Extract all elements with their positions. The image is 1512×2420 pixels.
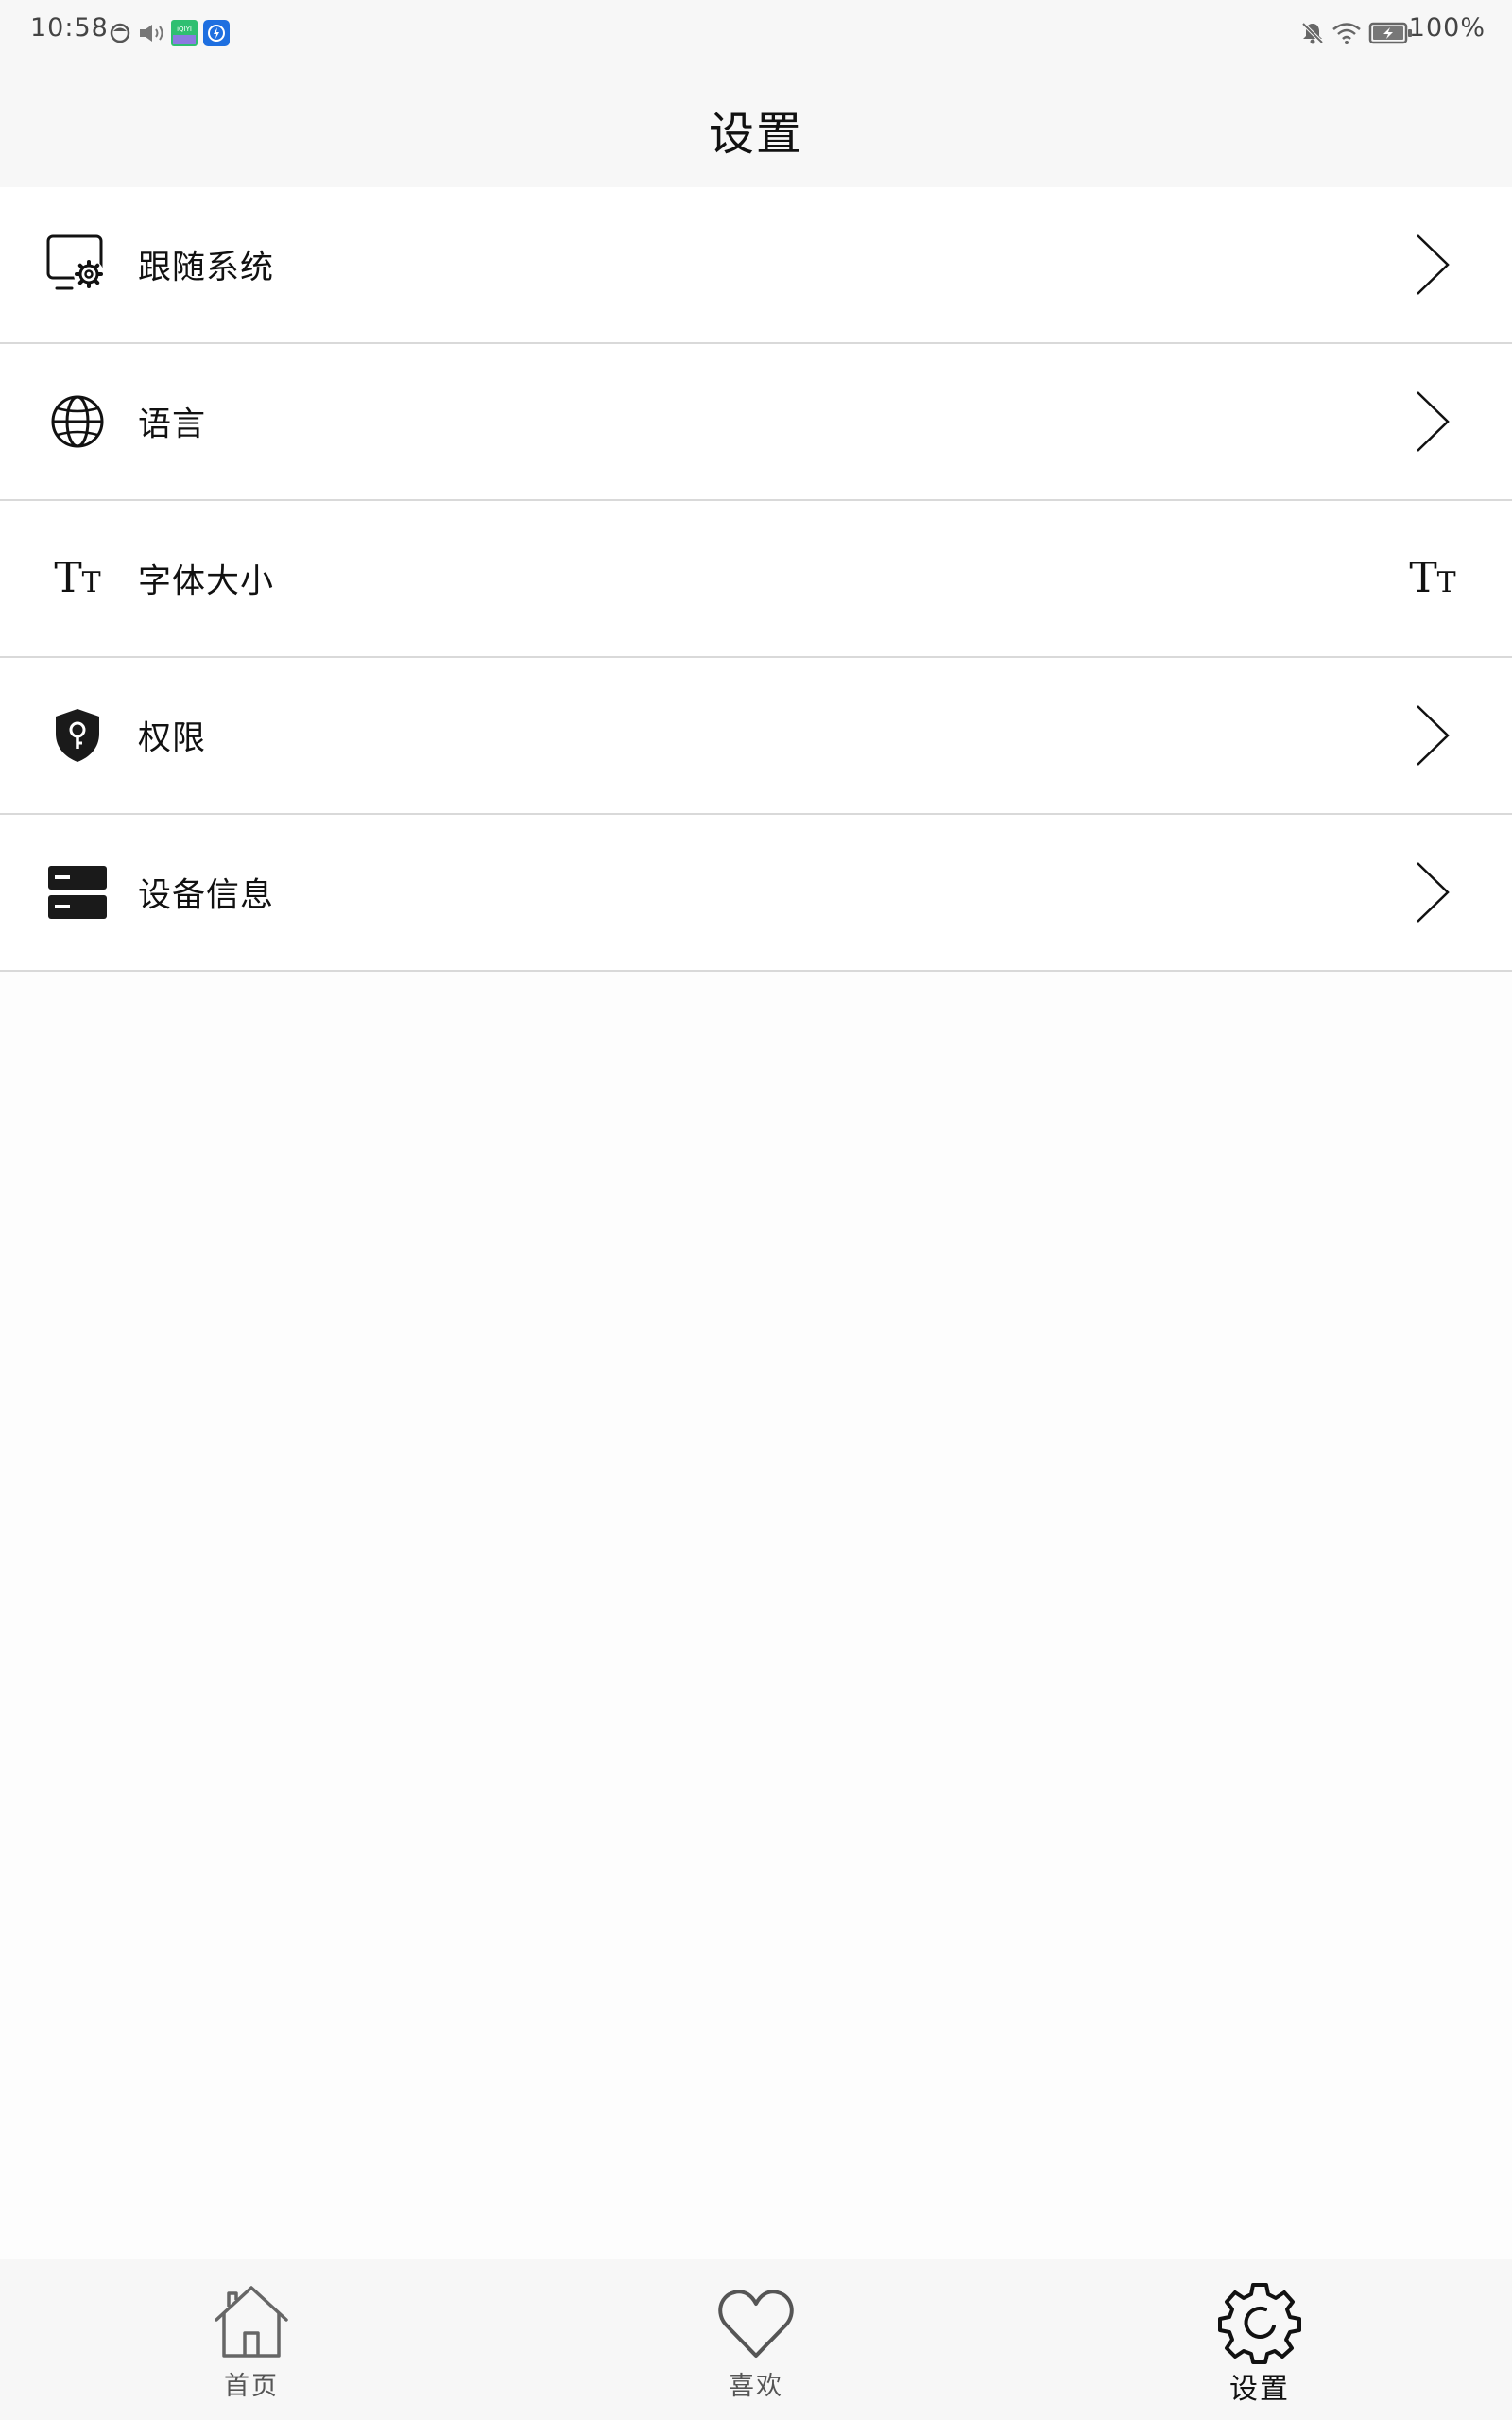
chevron-right-icon — [1417, 391, 1450, 452]
settings-row-font-size[interactable]: TT 字体大小 TT — [0, 501, 1512, 658]
nav-item-favorites[interactable]: 喜欢 — [633, 2259, 879, 2420]
header: 设置 — [0, 66, 1512, 187]
settings-list: 跟随系统 语言 TT 字体大小 TT 权限 设备信息 — [0, 187, 1512, 972]
speed-app-icon — [203, 20, 230, 46]
status-bar: 10:58 iQIYI 100% — [0, 0, 1512, 66]
nav-label: 首页 — [224, 2372, 279, 2401]
bell-muted-icon — [1301, 22, 1324, 44]
globe-icon — [51, 395, 104, 448]
home-icon — [215, 2286, 288, 2358]
server-icon — [48, 866, 107, 919]
settings-row-label: 字体大小 — [138, 562, 275, 601]
settings-row-label: 设备信息 — [138, 876, 275, 915]
nav-item-settings[interactable]: 设置 — [1137, 2259, 1383, 2420]
display-settings-icon — [46, 234, 104, 290]
bottom-nav: 首页 喜欢 设置 — [0, 2259, 1512, 2420]
settings-row-permissions[interactable]: 权限 — [0, 658, 1512, 815]
gear-icon — [1218, 2283, 1301, 2364]
settings-row-label: 跟随系统 — [138, 249, 275, 287]
status-time: 10:58 — [30, 13, 109, 43]
iqiyi-app-icon: iQIYI — [171, 20, 198, 46]
settings-row-label: 语言 — [138, 406, 207, 444]
nav-item-home[interactable]: 首页 — [129, 2259, 374, 2420]
battery-percent: 100% — [1408, 13, 1486, 43]
battery-charging-icon — [1368, 22, 1412, 44]
settings-row-language[interactable]: 语言 — [0, 344, 1512, 501]
svg-text:iQIYI: iQIYI — [177, 26, 192, 33]
settings-row-follow-system[interactable]: 跟随系统 — [0, 187, 1512, 344]
settings-row-device-info[interactable]: 设备信息 — [0, 815, 1512, 972]
font-size-icon: TT — [54, 554, 101, 602]
page-title: 设置 — [708, 108, 803, 161]
chevron-right-icon — [1417, 862, 1450, 923]
speaker-icon — [140, 25, 163, 42]
heart-icon — [718, 2290, 794, 2358]
nav-label: 设置 — [1229, 2373, 1290, 2406]
wifi-icon — [1332, 23, 1361, 44]
chevron-right-icon — [1417, 705, 1450, 766]
font-size-icon: TT — [1409, 554, 1456, 602]
settings-row-label: 权限 — [138, 719, 207, 758]
chevron-right-icon — [1417, 234, 1450, 295]
shield-key-icon — [56, 709, 99, 762]
face-notification-icon — [110, 23, 130, 43]
nav-label: 喜欢 — [729, 2372, 783, 2401]
